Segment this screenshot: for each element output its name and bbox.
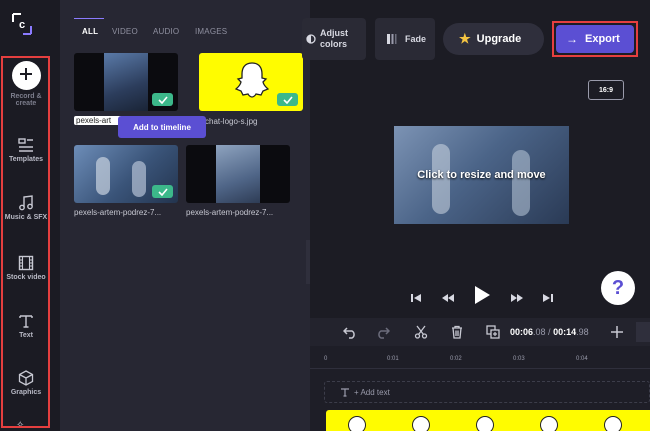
clip-thumb-icon [412,416,430,431]
add-to-timeline-tooltip: Add to timeline [118,116,206,138]
adjust-colors-button[interactable]: Adjust colors [302,18,366,60]
tab-audio[interactable]: AUDIO [153,27,179,36]
media-item-video[interactable] [74,145,178,203]
added-check-icon [152,93,173,106]
upgrade-button[interactable]: ★ Upgrade [443,23,544,55]
arrow-right-icon: → [566,32,578,46]
adjust-colors-icon [306,34,316,44]
export-button[interactable]: → Export [556,25,634,53]
media-item-name[interactable]: pexels-artem-podrez-7... [74,208,178,217]
star-icon: ★ [459,31,471,46]
ruler-tick: 0 [324,356,328,362]
timeline-ruler[interactable]: 0 0:01 0:02 0:03 0:04 [310,348,650,369]
rail-highlight-outline [1,56,50,428]
added-check-icon [152,185,173,198]
clip-thumb-icon [540,416,558,431]
zoom-in-icon[interactable] [610,325,624,339]
adjust-colors-label-line2: colors [320,39,348,49]
figure-shape [96,157,110,195]
fade-icon [387,34,397,44]
svg-text:c: c [19,19,25,31]
video-preview[interactable]: Click to resize and move [394,126,569,224]
skip-forward-icon[interactable] [542,290,554,302]
media-item-video[interactable] [186,145,290,203]
tab-all[interactable]: ALL [82,27,98,36]
adjust-colors-label-line1: Adjust [320,28,348,38]
preview-area: Adjust colors Fade ★ Upgrade → Export 16… [302,0,650,318]
ruler-tick: 0:04 [576,356,588,362]
current-time-fraction: .08 [533,327,546,337]
time-separator: / [545,327,554,337]
tab-images[interactable]: IMAGES [195,27,227,36]
snapchat-ghost-icon [235,62,269,98]
current-time: 00:06 [510,327,534,337]
clip-thumb-icon [476,416,494,431]
clip-thumb-icon [348,416,366,431]
play-icon[interactable] [473,285,491,305]
media-item-video[interactable] [74,53,178,111]
timeline-clip-snapchat[interactable] [326,410,650,431]
add-text-label: + Add text [354,387,390,397]
preview-overlay-text: Click to resize and move [417,169,546,181]
tab-video[interactable]: VIDEO [112,27,138,36]
video-frame [104,53,148,111]
timeline-panel: 00:06.08 / 00:14.98 0 0:01 0:02 0:03 0:0… [310,318,650,431]
rewind-icon[interactable] [441,290,455,302]
media-library-panel: ALL VIDEO AUDIO IMAGES pexels-art chat-l… [60,0,320,431]
duplicate-icon[interactable] [486,325,500,339]
ruler-tick: 0:02 [450,356,462,362]
aspect-ratio-button[interactable]: 16:9 [588,80,624,100]
ruler-tick: 0:01 [387,356,399,362]
timeline-toolbar [310,318,650,346]
delete-trash-icon[interactable] [450,325,464,339]
add-text-track[interactable]: + Add text [324,381,650,403]
video-frame [216,145,260,203]
fade-label: Fade [405,34,427,44]
export-label: Export [585,33,620,45]
help-button[interactable]: ? [601,271,635,305]
text-icon [341,388,349,397]
ruler-tick: 0:03 [513,356,525,362]
skip-back-icon[interactable] [410,290,422,302]
total-time: 00:14 [553,327,577,337]
fade-button[interactable]: Fade [375,18,435,60]
time-readout: 00:06.08 / 00:14.98 [510,327,589,337]
active-tab-indicator [74,18,104,19]
upgrade-label: Upgrade [476,33,522,45]
zoom-slider-edge[interactable] [636,322,650,342]
redo-icon[interactable] [376,325,391,339]
media-item-name[interactable]: pexels-artem-podrez-7... [186,208,290,217]
undo-icon[interactable] [342,325,357,339]
media-item-name[interactable]: chat-logo-s.jpg [205,117,305,126]
figure-shape [132,161,146,197]
media-item-name[interactable]: pexels-art [74,116,124,125]
total-time-fraction: .98 [576,327,589,337]
clip-thumb-icon [604,416,622,431]
fast-forward-icon[interactable] [510,290,524,302]
media-item-image[interactable] [199,53,303,111]
split-scissors-icon[interactable] [414,325,428,339]
clipchamp-logo[interactable]: c [11,12,33,36]
added-check-icon [277,93,298,106]
